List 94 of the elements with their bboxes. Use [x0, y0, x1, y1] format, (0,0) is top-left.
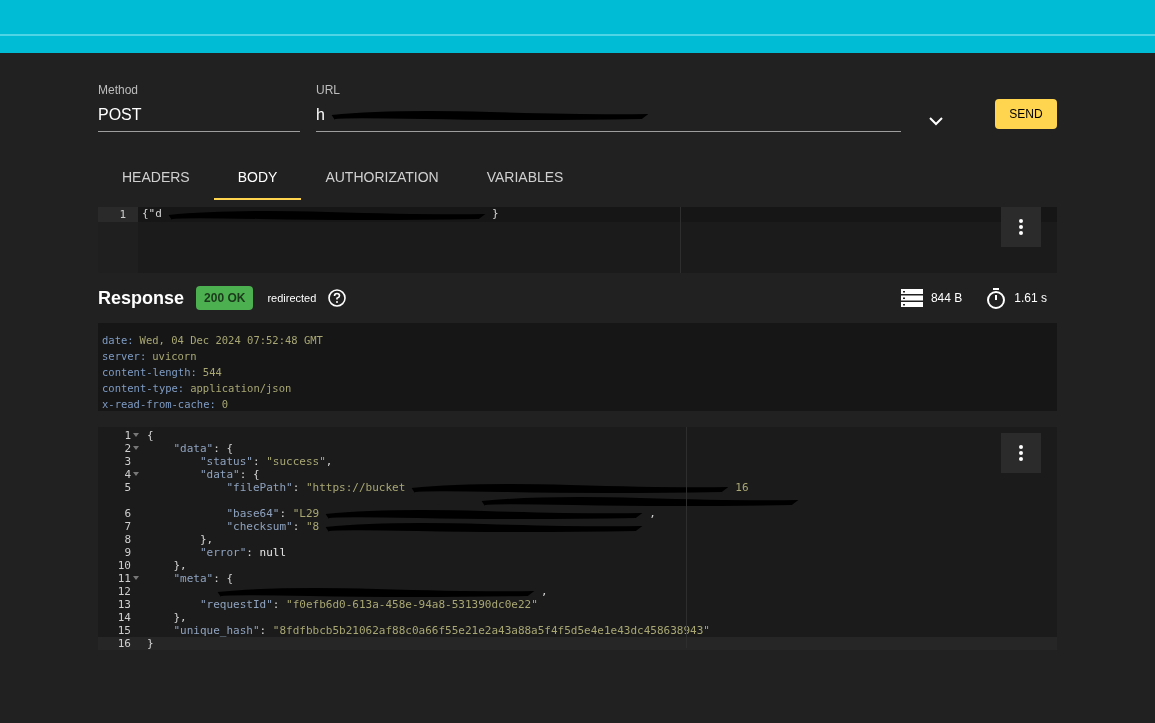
tab[interactable]: BODY [213, 156, 302, 200]
code-text: : [259, 624, 268, 637]
more-icon [1019, 445, 1023, 461]
code-text: "8fdfbbcb5b21062af88c0a66f55e21e2a43a88a5f4f5d5e4e1e43dc458638943" [272, 624, 710, 637]
code-text: "data" [172, 442, 214, 455]
field-label: URL [316, 82, 341, 99]
header-name: x-read-from-cache: [102, 397, 216, 412]
storage-icon [900, 289, 923, 307]
more-icon [1019, 219, 1023, 235]
code-text: 16 [735, 481, 749, 494]
line-number: 5 [124, 481, 131, 494]
line-number: 1 [98, 207, 138, 222]
line-number: 14 [117, 611, 131, 624]
line-number: 12 [117, 585, 131, 598]
header-value: Wed, 04 Dec 2024 07:52:48 GMT [139, 333, 323, 348]
code-text: : { [213, 442, 234, 455]
code-text: "unique_hash" [172, 624, 260, 637]
code-text: "meta" [172, 572, 214, 585]
line-number: 16 [117, 637, 131, 650]
line-number: 11 [117, 572, 131, 585]
line-number: 4 [124, 468, 131, 481]
field-label: Method [98, 82, 140, 99]
help-icon[interactable] [328, 289, 347, 307]
field-value: h [316, 105, 325, 125]
code-text: "success" [266, 455, 326, 468]
tab[interactable]: HEADERS [98, 156, 214, 200]
line-number: 15 [117, 624, 131, 637]
tab[interactable]: AUTHORIZATION [301, 156, 463, 200]
code-text: } [147, 637, 154, 650]
code-text: : [279, 507, 288, 520]
size-text: 844 B [930, 290, 963, 307]
code-text: : { [239, 468, 260, 481]
line-number: 8 [124, 533, 131, 546]
line-number: 2 [124, 442, 131, 455]
code-text: "base64" [225, 507, 280, 520]
line-number: 13 [117, 598, 131, 611]
line-number: 1 [124, 429, 131, 442]
code-text: : [292, 520, 301, 533]
line-number: 3 [124, 455, 131, 468]
code-text: "filePath" [225, 481, 293, 494]
code-text: "error" [198, 546, 247, 559]
method-field[interactable]: Method POST [98, 81, 300, 132]
more-button[interactable] [1001, 207, 1041, 247]
fold-caret-icon[interactable] [133, 446, 139, 450]
code-text: { [147, 429, 154, 442]
header-value: 0 [221, 397, 229, 412]
body-editor[interactable]: 1 {"d } [98, 207, 1057, 273]
stopwatch-icon [986, 287, 1007, 309]
line-number: 7 [124, 520, 131, 533]
header-name: content-length: [102, 365, 197, 380]
fold-caret-icon[interactable] [133, 472, 139, 476]
code-text: "status" [198, 455, 253, 468]
code-text: : [272, 598, 281, 611]
code-text: "data" [198, 468, 240, 481]
header-value: 544 [202, 365, 222, 380]
code-text: "8 [305, 520, 320, 533]
header-value: uvicorn [152, 349, 197, 364]
fold-caret-icon[interactable] [133, 576, 139, 580]
code-text: : [292, 481, 301, 494]
header-name: date: [102, 333, 134, 348]
more-button[interactable] [1001, 433, 1041, 473]
tab[interactable]: VARIABLES [462, 156, 588, 200]
code-text: "checksum" [225, 520, 293, 533]
status-badge: 200 OK [196, 286, 254, 310]
code-text: null [259, 546, 287, 559]
code-text: } [491, 206, 499, 223]
url-field[interactable]: URL h [316, 81, 901, 132]
header-value: application/json [190, 381, 292, 396]
code-text: : { [213, 572, 234, 585]
code-text: : [246, 546, 254, 559]
code-text: : [252, 455, 261, 468]
code-text: }, [172, 559, 187, 572]
code-text: "L29 [292, 507, 320, 520]
code-text: "requestId" [198, 598, 273, 611]
chevron-down-icon[interactable] [929, 116, 943, 126]
line-number: 9 [124, 546, 131, 559]
line-number: 6 [124, 507, 131, 520]
redirected-label: redirected [267, 290, 317, 306]
field-value: POST [98, 105, 143, 125]
response-title: Response [98, 286, 185, 310]
code-text: }, [172, 611, 187, 624]
code-text: "https://bucket [305, 481, 406, 494]
code-text: "f0efb6d0-613a-458e-94a8-531390dc0e22" [286, 598, 538, 611]
code-text: {"d [142, 206, 162, 223]
header-name: server: [102, 349, 147, 364]
header-name: content-type: [102, 381, 185, 396]
code-text: , [325, 455, 333, 468]
time-text: 1.61 s [1014, 290, 1047, 307]
fold-caret-icon[interactable] [133, 433, 139, 437]
code-text: , [541, 585, 548, 598]
code-text: }, [198, 533, 214, 546]
code-text: , [649, 507, 656, 520]
send-button[interactable]: SEND [995, 99, 1057, 129]
line-number: 10 [117, 559, 131, 572]
